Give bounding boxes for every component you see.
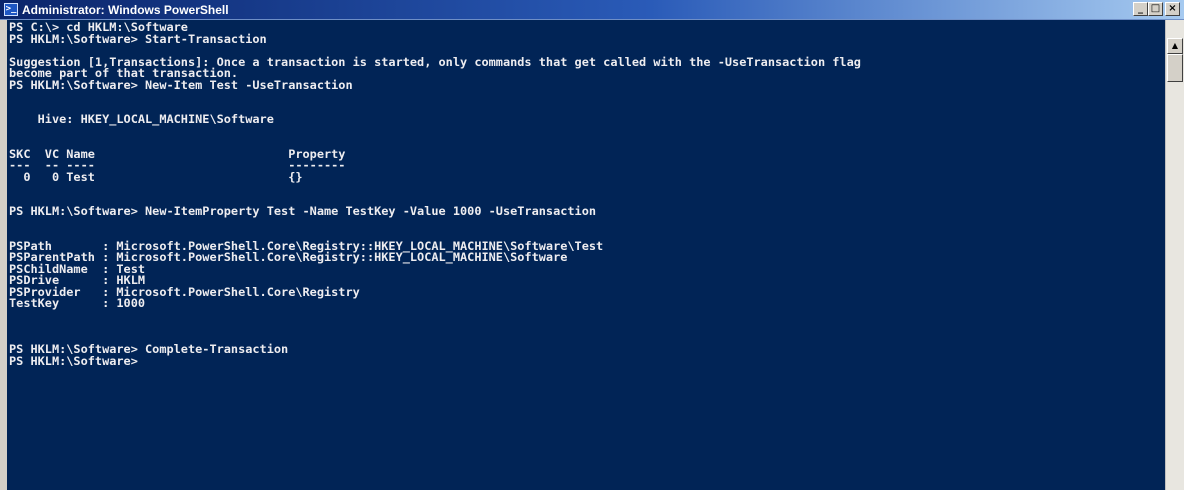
console-line: 0 0 Test {}: [9, 169, 303, 184]
window-title: Administrator: Windows PowerShell: [22, 3, 229, 17]
scroll-up-button[interactable]: ▲: [1167, 38, 1183, 54]
console-output[interactable]: PS C:\> cd HKLM:\Software PS HKLM:\Softw…: [7, 20, 1165, 490]
window-controls: _ □ ×: [1133, 2, 1180, 17]
powershell-window: >_ Administrator: Windows PowerShell _ □…: [0, 0, 1184, 490]
powershell-icon: >_: [4, 3, 18, 16]
console-line: PS HKLM:\Software> New-Item Test -UseTra…: [9, 77, 353, 92]
scroll-thumb[interactable]: [1167, 54, 1183, 82]
close-button[interactable]: ×: [1165, 2, 1180, 16]
console-line: PS HKLM:\Software> New-ItemProperty Test…: [9, 204, 597, 218]
vertical-scrollbar[interactable]: ▲: [1165, 20, 1184, 490]
maximize-button[interactable]: □: [1148, 2, 1163, 16]
title-bar[interactable]: >_ Administrator: Windows PowerShell _ □…: [0, 0, 1184, 20]
console-line: TestKey : 1000: [9, 296, 146, 310]
console-text: PS C:\> cd HKLM:\Software PS HKLM:\Softw…: [9, 21, 1165, 368]
console-line: Hive: HKEY_LOCAL_MACHINE\Software: [9, 112, 274, 126]
minimize-button[interactable]: _: [1133, 2, 1148, 16]
window-frame-left: [0, 20, 7, 490]
console-line: PS HKLM:\Software> Start-Transaction: [9, 31, 267, 46]
console-line: PS HKLM:\Software>: [9, 353, 138, 368]
